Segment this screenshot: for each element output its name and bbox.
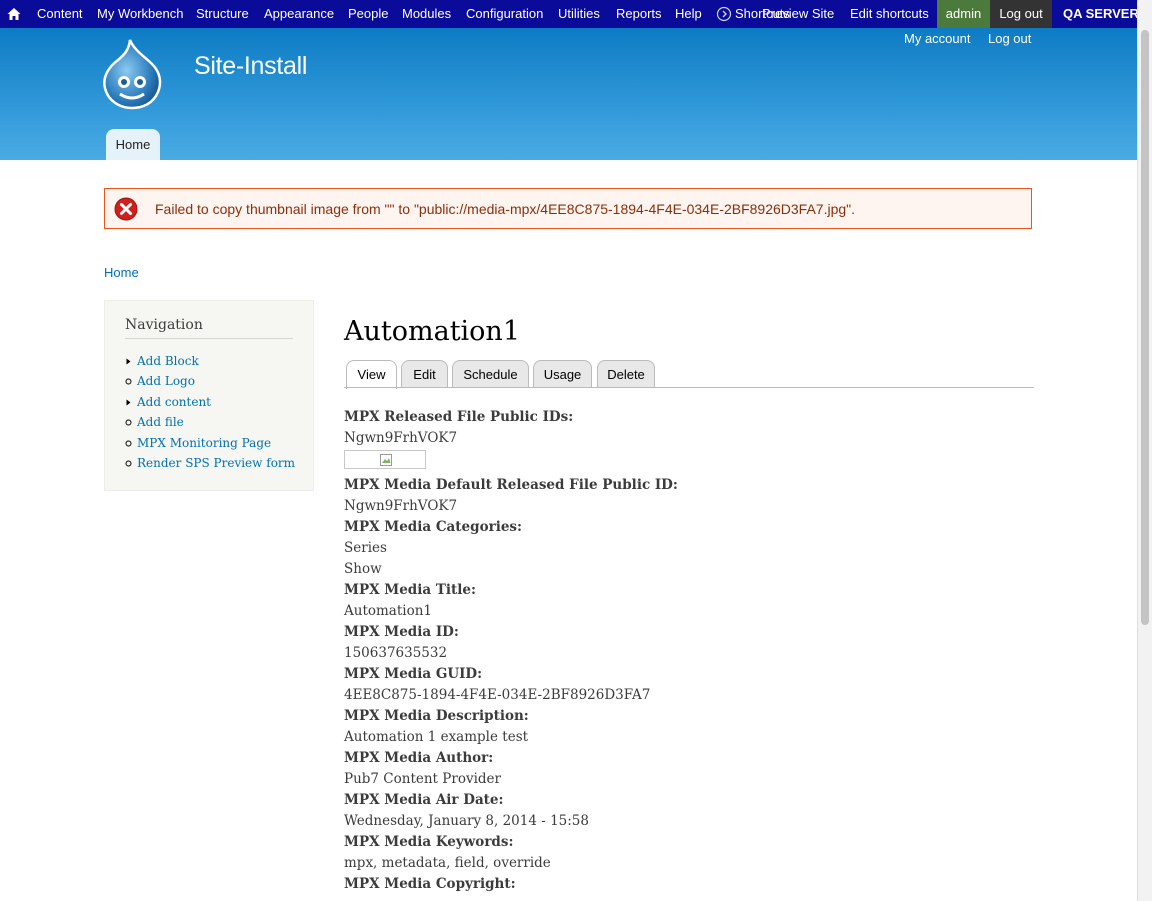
field-value: 150637635532: [344, 645, 448, 661]
navigation-title: Navigation: [125, 317, 293, 339]
field-label: MPX Media Copyright:: [344, 876, 516, 892]
field-value: Pub7 Content Provider: [344, 771, 501, 787]
field-label: MPX Media ID:: [344, 624, 459, 640]
field-value: Wednesday, January 8, 2014 - 15:58: [344, 813, 589, 829]
tab-edit[interactable]: Edit: [401, 360, 448, 387]
field-value: Ngwn9FrhVOK7: [344, 498, 458, 514]
toolbar-user-admin[interactable]: admin: [937, 0, 990, 28]
page-title: Automation1: [344, 316, 521, 347]
toolbar-modules[interactable]: Modules: [402, 0, 451, 28]
nav-item-mpx-monitoring[interactable]: MPX Monitoring Page: [137, 436, 271, 450]
circle-bullet-icon: [125, 460, 132, 467]
tab-schedule[interactable]: Schedule: [452, 360, 529, 387]
field-label: MPX Media Title:: [344, 582, 476, 598]
shortcut-preview-site[interactable]: Preview Site: [762, 0, 834, 28]
drupal-logo-icon[interactable]: [100, 38, 164, 110]
field-label: MPX Media Air Date:: [344, 792, 504, 808]
error-message: Failed to copy thumbnail image from "" t…: [104, 188, 1032, 229]
field-label: MPX Media Description:: [344, 708, 529, 724]
arrow-bullet-icon: [126, 399, 131, 406]
field-value: Automation1: [344, 603, 433, 619]
admin-toolbar: Content My Workbench Structure Appearanc…: [0, 0, 1139, 28]
field-value: 4EE8C875-1894-4F4E-034E-2BF8926D3FA7: [344, 687, 651, 703]
field-label: MPX Released File Public IDs:: [344, 409, 574, 425]
my-account-link[interactable]: My account: [904, 31, 970, 46]
toolbar-people[interactable]: People: [348, 0, 388, 28]
site-name[interactable]: Site-Install: [194, 52, 307, 81]
thumbnail-image: [344, 450, 426, 469]
site-header: Site-Install My account Log out Home: [0, 28, 1137, 160]
tab-usage[interactable]: Usage: [533, 360, 592, 387]
tabs-divider: [344, 387, 1034, 388]
circle-bullet-icon: [125, 440, 132, 447]
nav-item-add-content[interactable]: Add content: [137, 395, 211, 409]
nav-item-add-block[interactable]: Add Block: [137, 354, 199, 368]
breadcrumb[interactable]: Home: [104, 265, 139, 280]
field-value: mpx, metadata, field, override: [344, 855, 551, 871]
toolbar-my-workbench[interactable]: My Workbench: [97, 0, 183, 28]
broken-image-icon: [380, 454, 392, 466]
toolbar-appearance[interactable]: Appearance: [264, 0, 334, 28]
toolbar-content[interactable]: Content: [37, 0, 83, 28]
error-icon: [114, 197, 138, 221]
field-value: Automation 1 example test: [344, 729, 529, 745]
field-label: MPX Media Author:: [344, 750, 494, 766]
scrollbar-thumb[interactable]: [1141, 30, 1149, 625]
field-value: Series: [344, 540, 387, 556]
edit-shortcuts-link[interactable]: Edit shortcuts: [850, 0, 929, 28]
header-log-out-link[interactable]: Log out: [988, 31, 1031, 46]
field-label: MPX Media Default Released File Public I…: [344, 477, 678, 493]
navigation-block: Navigation Add Block Add Logo Add conten…: [104, 300, 314, 491]
field-value: Show: [344, 561, 382, 577]
field-label: MPX Media Keywords:: [344, 834, 514, 850]
main-menu-home-tab[interactable]: Home: [106, 129, 160, 160]
toolbar-utilities[interactable]: Utilities: [558, 0, 600, 28]
field-label: MPX Media GUID:: [344, 666, 483, 682]
home-icon[interactable]: [6, 6, 22, 22]
shortcuts-toggle-icon[interactable]: [716, 6, 732, 22]
toolbar-log-out[interactable]: Log out: [990, 0, 1052, 28]
nav-item-add-logo[interactable]: Add Logo: [137, 374, 195, 388]
nav-item-render-sps-preview[interactable]: Render SPS Preview form: [137, 456, 295, 470]
tab-view[interactable]: View: [346, 360, 397, 389]
toolbar-structure[interactable]: Structure: [196, 0, 249, 28]
page-scrollbar[interactable]: [1137, 0, 1152, 901]
arrow-bullet-icon: [126, 358, 131, 365]
circle-bullet-icon: [125, 419, 132, 426]
field-value: Ngwn9FrhVOK7: [344, 430, 458, 446]
tab-delete[interactable]: Delete: [597, 360, 655, 387]
toolbar-reports[interactable]: Reports: [616, 0, 662, 28]
toolbar-help[interactable]: Help: [675, 0, 702, 28]
circle-bullet-icon: [125, 378, 132, 385]
nav-item-add-file[interactable]: Add file: [137, 415, 184, 429]
toolbar-configuration[interactable]: Configuration: [466, 0, 543, 28]
server-label: QA SERVER: [1063, 6, 1139, 21]
error-text: Failed to copy thumbnail image from "" t…: [155, 201, 856, 217]
field-label: MPX Media Categories:: [344, 519, 522, 535]
